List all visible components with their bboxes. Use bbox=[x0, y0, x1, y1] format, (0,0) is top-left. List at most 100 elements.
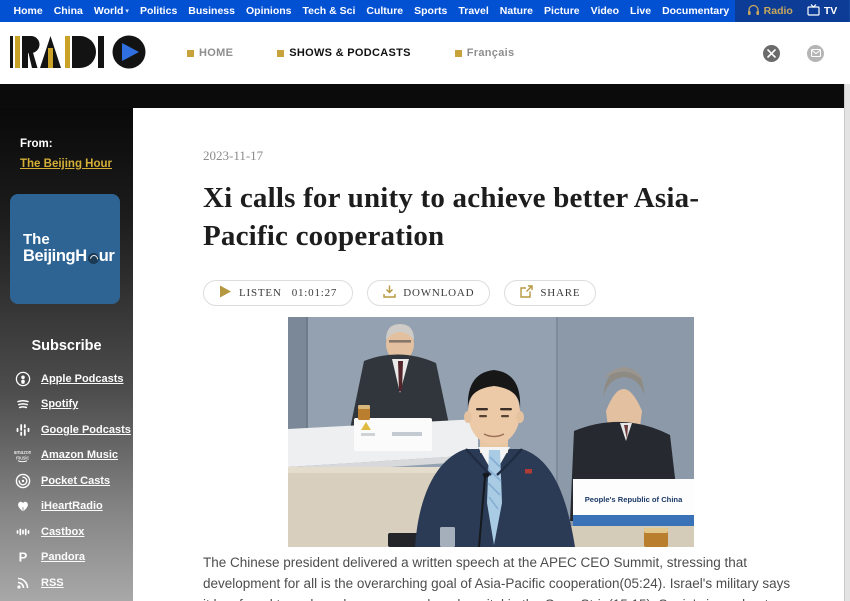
nav-item-travel[interactable]: Travel bbox=[453, 5, 494, 17]
pandora-icon: P bbox=[14, 549, 31, 566]
subscribe-item-pandora[interactable]: P Pandora bbox=[0, 545, 133, 571]
subscribe-label: Castbox bbox=[41, 526, 84, 538]
subscribe-item-amazon-music[interactable]: amazonmusic Amazon Music bbox=[0, 443, 133, 469]
beijing-hour-logo-line2a: BeijingH bbox=[23, 247, 87, 266]
listen-duration: 01:01:27 bbox=[292, 287, 338, 299]
subscribe-label: Google Podcasts bbox=[41, 424, 131, 436]
subscribe-label: RSS bbox=[41, 577, 64, 589]
header-menu: HOME SHOWS & PODCASTS Français bbox=[187, 47, 514, 59]
page-scrollbar[interactable] bbox=[844, 84, 850, 601]
mail-icon bbox=[811, 49, 821, 57]
photo-placard-left bbox=[354, 418, 432, 451]
from-label: From: bbox=[20, 138, 133, 150]
beijing-hour-logo[interactable]: The BeijingH ur bbox=[10, 194, 120, 304]
nav-item-picture[interactable]: Picture bbox=[539, 5, 586, 17]
subscribe-label: Pocket Casts bbox=[41, 475, 110, 487]
chevron-down-icon: ▾ bbox=[125, 7, 129, 15]
photo-placard-right: People's Republic of China bbox=[573, 479, 694, 528]
subscribe-item-apple-podcasts[interactable]: Apple Podcasts bbox=[0, 366, 133, 392]
castbox-icon bbox=[14, 523, 31, 540]
placard-text: People's Republic of China bbox=[585, 495, 683, 504]
nav-item-documentary[interactable]: Documentary bbox=[657, 5, 735, 17]
article-title: Xi calls for unity to achieve better Asi… bbox=[203, 180, 768, 255]
nav-item-home[interactable]: Home bbox=[8, 5, 48, 17]
site-header: HOME SHOWS & PODCASTS Français bbox=[0, 22, 850, 84]
nav-item-sports[interactable]: Sports bbox=[409, 5, 453, 17]
x-icon bbox=[767, 49, 776, 58]
amazon-music-icon: amazonmusic bbox=[14, 447, 31, 464]
nav-item-china[interactable]: China bbox=[48, 5, 88, 17]
subscribe-item-iheartradio[interactable]: iHeartRadio bbox=[0, 494, 133, 520]
rss-icon bbox=[14, 574, 31, 591]
article-photo: People's Republic of China bbox=[288, 317, 694, 547]
headphones-icon bbox=[747, 4, 760, 19]
menu-item-shows-podcasts[interactable]: SHOWS & PODCASTS bbox=[277, 47, 411, 59]
top-nav: Home China World▾ Politics Business Opin… bbox=[0, 5, 735, 17]
topbar-right: Radio TV bbox=[735, 0, 850, 22]
gold-square-icon bbox=[187, 50, 194, 57]
google-podcasts-icon bbox=[14, 421, 31, 438]
nav-item-business[interactable]: Business bbox=[183, 5, 241, 17]
listen-button[interactable]: LISTEN 01:01:27 bbox=[203, 280, 353, 306]
nav-item-politics[interactable]: Politics bbox=[134, 5, 182, 17]
subscribe-heading: Subscribe bbox=[0, 338, 133, 354]
beijing-hour-logo-line1: The bbox=[23, 232, 120, 247]
top-nav-bar: Home China World▾ Politics Business Opin… bbox=[0, 0, 850, 22]
play-icon bbox=[219, 285, 232, 301]
tv-link[interactable]: TV bbox=[807, 4, 837, 19]
beijing-hour-logo-line2: BeijingH ur bbox=[23, 247, 120, 266]
article-body: The Chinese president delivered a writte… bbox=[203, 552, 795, 601]
share-label: SHARE bbox=[540, 287, 580, 299]
gold-square-icon bbox=[277, 50, 284, 57]
svg-text:P: P bbox=[18, 550, 27, 565]
subscribe-label: Pandora bbox=[41, 551, 85, 563]
nav-item-world[interactable]: World▾ bbox=[88, 5, 134, 17]
nav-item-video[interactable]: Video bbox=[585, 5, 624, 17]
show-link-beijing-hour[interactable]: The Beijing Hour bbox=[20, 158, 133, 170]
nav-item-world-label: World bbox=[94, 5, 124, 17]
media-switcher: Radio TV bbox=[735, 0, 850, 22]
radio-logo[interactable] bbox=[10, 33, 147, 76]
tv-label: TV bbox=[824, 5, 837, 17]
show-sidebar: From: The Beijing Hour The BeijingH ur Su… bbox=[0, 108, 133, 601]
nav-item-nature[interactable]: Nature bbox=[494, 5, 538, 17]
subscribe-item-rss[interactable]: RSS bbox=[0, 570, 133, 596]
share-icon bbox=[520, 285, 533, 301]
email-button[interactable] bbox=[807, 45, 824, 62]
svg-text:music: music bbox=[16, 456, 30, 462]
article-date: 2023-11-17 bbox=[203, 148, 850, 164]
pocket-casts-icon bbox=[14, 472, 31, 489]
gold-square-icon bbox=[455, 50, 462, 57]
radio-label: Radio bbox=[764, 5, 793, 17]
subscribe-item-castbox[interactable]: Castbox bbox=[0, 519, 133, 545]
apple-podcasts-icon bbox=[14, 370, 31, 387]
subscribe-item-google-podcasts[interactable]: Google Podcasts bbox=[0, 417, 133, 443]
header-divider-band bbox=[0, 84, 850, 108]
beijing-hour-logo-line2b: ur bbox=[99, 247, 115, 266]
main-row: From: The Beijing Hour The BeijingH ur Su… bbox=[0, 108, 850, 601]
nav-item-culture[interactable]: Culture bbox=[361, 5, 409, 17]
nav-item-tech-sci[interactable]: Tech & Sci bbox=[297, 5, 361, 17]
menu-item-home[interactable]: HOME bbox=[187, 47, 233, 59]
menu-item-francais-label: Français bbox=[467, 47, 515, 59]
download-button[interactable]: DOWNLOAD bbox=[367, 280, 490, 306]
subscribe-label: Spotify bbox=[41, 398, 78, 410]
download-icon bbox=[383, 285, 396, 301]
listen-label: LISTEN bbox=[239, 287, 282, 299]
subscribe-label: iHeartRadio bbox=[41, 500, 103, 512]
menu-item-shows-label: SHOWS & PODCASTS bbox=[289, 47, 411, 59]
radio-link[interactable]: Radio bbox=[747, 4, 793, 19]
subscribe-item-spotify[interactable]: Spotify bbox=[0, 392, 133, 418]
nav-item-opinions[interactable]: Opinions bbox=[240, 5, 297, 17]
subscribe-list: Apple Podcasts Spotify Google Podcasts a… bbox=[0, 366, 133, 596]
globe-icon bbox=[88, 253, 99, 264]
article-actions: LISTEN 01:01:27 DOWNLOAD SHARE bbox=[203, 280, 850, 306]
iheartradio-icon bbox=[14, 498, 31, 515]
share-button[interactable]: SHARE bbox=[504, 280, 596, 306]
subscribe-item-pocket-casts[interactable]: Pocket Casts bbox=[0, 468, 133, 494]
article-content: 2023-11-17 Xi calls for unity to achieve… bbox=[133, 108, 850, 601]
nav-item-live[interactable]: Live bbox=[625, 5, 657, 17]
x-twitter-button[interactable] bbox=[763, 45, 780, 62]
menu-item-francais[interactable]: Français bbox=[455, 47, 515, 59]
tv-icon bbox=[807, 4, 820, 19]
